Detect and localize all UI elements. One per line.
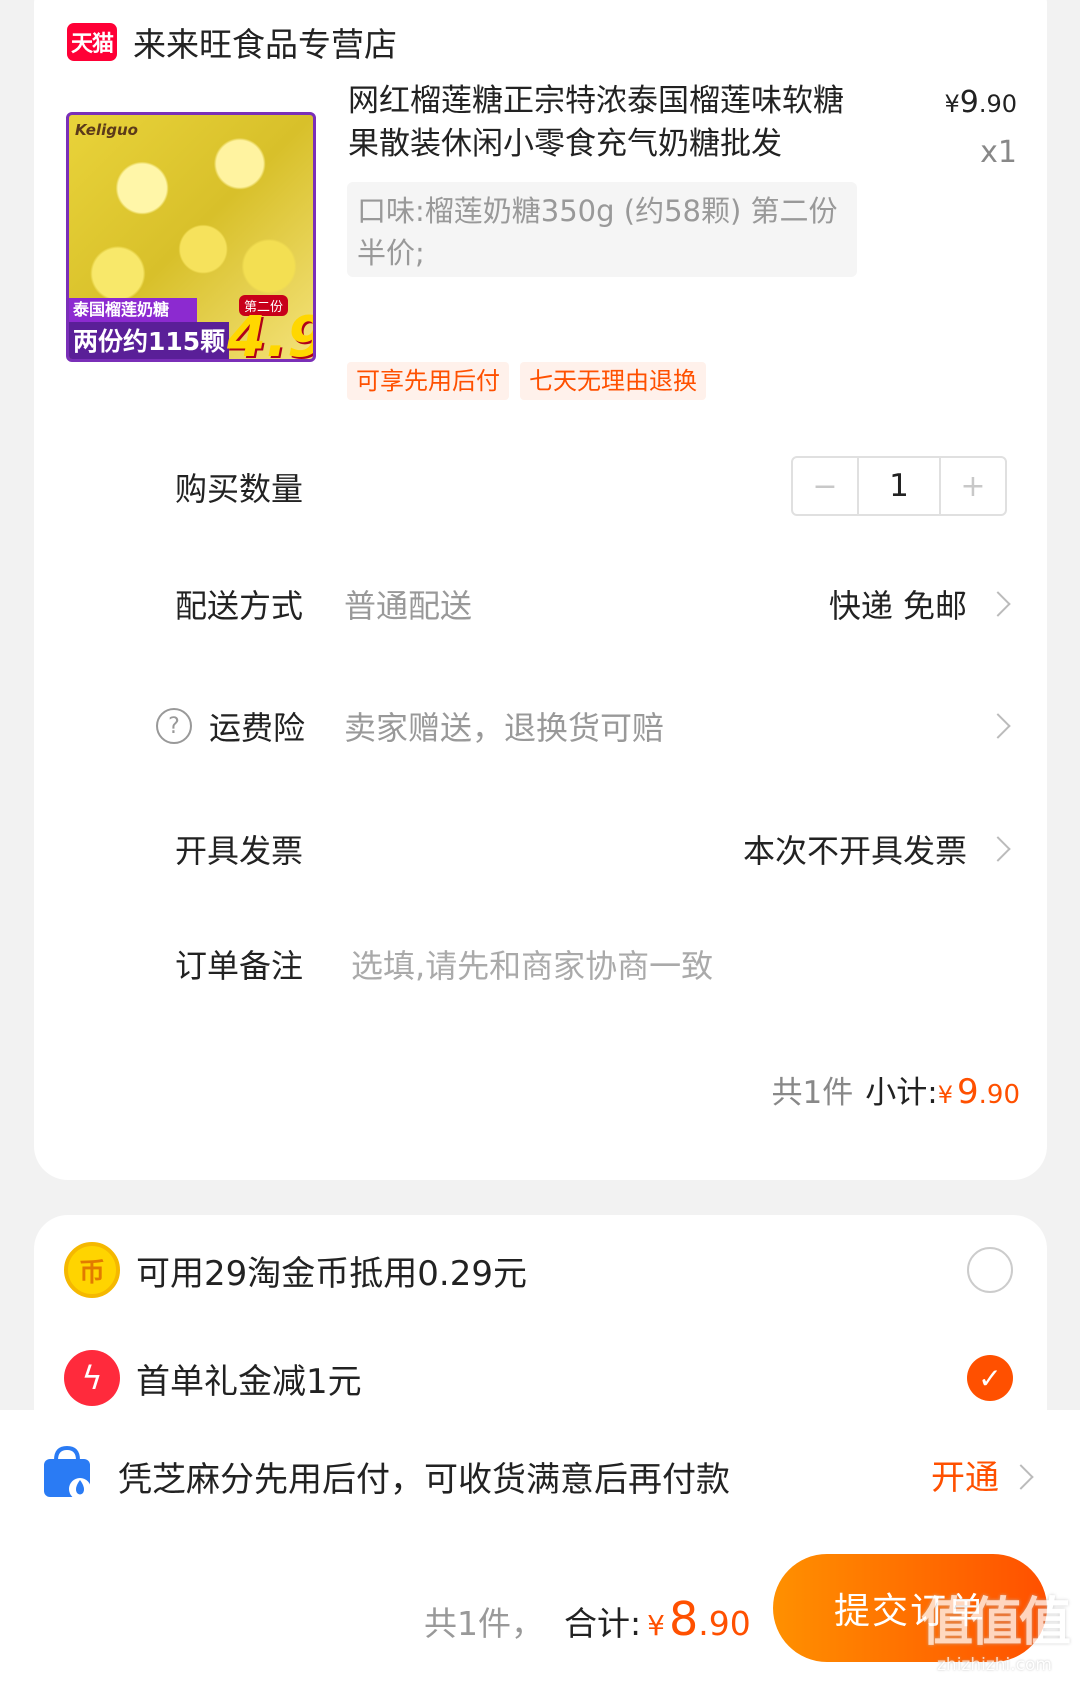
remark-input[interactable]: 选填,请先和商家协商一致 bbox=[351, 941, 713, 987]
insurance-desc: 卖家赠送，退换货可赔 bbox=[344, 709, 665, 747]
shopping-bag-icon bbox=[44, 1445, 91, 1500]
subtotal-label: 小计: bbox=[865, 1075, 938, 1111]
taojinbi-radio[interactable] bbox=[967, 1247, 1013, 1293]
invoice-row[interactable]: 开具发票 本次不开具发票 bbox=[34, 819, 1047, 879]
currency-symbol: ¥ bbox=[944, 90, 960, 118]
quantity-stepper[interactable]: − 1 + bbox=[791, 456, 1007, 516]
price-integer: 9 bbox=[959, 85, 979, 120]
delivery-label: 配送方式 bbox=[175, 587, 304, 625]
quantity-value[interactable]: 1 bbox=[857, 458, 941, 514]
subtotal-count: 共1件 bbox=[771, 1075, 854, 1111]
order-confirm-page: 天猫 来来旺食品专营店 Keliguo 泰国榴莲奶糖 两份约115颗 第二份 4… bbox=[0, 0, 1080, 1689]
chevron-right-icon bbox=[985, 591, 1011, 617]
order-card: 天猫 来来旺食品专营店 Keliguo 泰国榴莲奶糖 两份约115颗 第二份 4… bbox=[34, 0, 1047, 1180]
increase-button[interactable]: + bbox=[941, 458, 1005, 514]
first-order-option[interactable]: ϟ 首单礼金减1元 bbox=[64, 1348, 362, 1408]
taojinbi-option[interactable]: 币 可用29淘金币抵用0.29元 bbox=[64, 1240, 527, 1300]
total-decimal: .90 bbox=[698, 1604, 751, 1643]
watermark-logo: 值值值 bbox=[920, 1593, 1071, 1653]
image-price: 4.9 bbox=[227, 305, 313, 362]
subtotal-decimal: .90 bbox=[978, 1080, 1020, 1110]
pay-later-text: 凭芝麻分先用后付，可收货满意后再付款 bbox=[118, 1460, 730, 1500]
product-spec[interactable]: 口味:榴莲奶糖350g (约58颗) 第二份半价; bbox=[347, 182, 857, 277]
benefits-card: 币 可用29淘金币抵用0.29元 ϟ 首单礼金减1元 ✓ bbox=[34, 1215, 1047, 1435]
service-tags: 可享先用后付 七天无理由退换 bbox=[347, 362, 706, 400]
price-decimal: .90 bbox=[978, 90, 1017, 118]
insurance-label: 运费险 bbox=[209, 709, 306, 747]
total-label: 合计: bbox=[564, 1604, 642, 1643]
total-integer: 8 bbox=[668, 1592, 699, 1646]
lightning-icon: ϟ bbox=[64, 1350, 120, 1406]
shop-header[interactable]: 天猫 来来旺食品专营店 bbox=[67, 18, 397, 66]
image-caption-2: 两份约115颗 bbox=[69, 322, 229, 359]
order-total: 共1件， 合计: ¥ 8 .90 bbox=[424, 1592, 751, 1646]
help-icon[interactable]: ? bbox=[156, 708, 192, 744]
tmall-logo: 天猫 bbox=[67, 23, 117, 61]
chevron-right-icon bbox=[985, 836, 1011, 862]
currency-symbol: ¥ bbox=[647, 1609, 665, 1642]
product-image[interactable]: Keliguo 泰国榴莲奶糖 两份约115颗 第二份 4.9 bbox=[66, 112, 316, 362]
tag-seven-day-return: 七天无理由退换 bbox=[520, 362, 706, 400]
product-quantity: x1 bbox=[980, 135, 1017, 170]
shipping-insurance-row[interactable]: ? 运费险 卖家赠送，退换货可赔 bbox=[34, 696, 1047, 756]
chevron-right-icon bbox=[985, 713, 1011, 739]
watermark: 值值值 zhizhizhi.com bbox=[920, 1580, 1071, 1675]
delivery-method: 普通配送 bbox=[344, 587, 473, 625]
image-brand-text: Keliguo bbox=[75, 121, 138, 139]
subtotal-integer: 9 bbox=[957, 1072, 979, 1112]
submit-bar: 共1件， 合计: ¥ 8 .90 提交订单 值值值 zhizhizhi.com bbox=[0, 1534, 1080, 1689]
subtotal: 共1件 小计: ¥ 9 .90 bbox=[772, 1067, 1020, 1112]
remark-label: 订单备注 bbox=[175, 947, 304, 985]
delivery-value: 快递 免邮 bbox=[828, 587, 967, 625]
tag-pay-later: 可享先用后付 bbox=[347, 362, 509, 400]
currency-symbol: ¥ bbox=[937, 1081, 953, 1109]
coin-icon: 币 bbox=[64, 1242, 120, 1298]
order-remark-row[interactable]: 订单备注 选填,请先和商家协商一致 bbox=[34, 934, 1047, 994]
first-order-text: 首单礼金减1元 bbox=[136, 1361, 362, 1402]
chevron-right-icon bbox=[1008, 1464, 1034, 1490]
product-price: ¥9.90 bbox=[944, 85, 1017, 120]
total-count: 共1件， bbox=[424, 1604, 544, 1643]
pay-later-banner[interactable]: 凭芝麻分先用后付，可收货满意后再付款 开通 bbox=[0, 1410, 1080, 1534]
delivery-row[interactable]: 配送方式 普通配送 快递 免邮 bbox=[34, 574, 1047, 634]
product-title[interactable]: 网红榴莲糖正宗特浓泰国榴莲味软糖果散装休闲小零食充气奶糖批发 bbox=[348, 80, 853, 166]
quantity-label: 购买数量 bbox=[175, 470, 304, 508]
invoice-value: 本次不开具发票 bbox=[742, 832, 967, 870]
invoice-label: 开具发票 bbox=[175, 832, 304, 870]
activate-link[interactable]: 开通 bbox=[931, 1450, 999, 1499]
decrease-button[interactable]: − bbox=[793, 458, 857, 514]
first-order-checkbox[interactable]: ✓ bbox=[967, 1355, 1013, 1401]
shop-name: 来来旺食品专营店 bbox=[133, 25, 397, 64]
image-caption-1: 泰国榴莲奶糖 bbox=[69, 298, 197, 322]
taojinbi-text: 可用29淘金币抵用0.29元 bbox=[136, 1253, 527, 1294]
watermark-url: zhizhizhi.com bbox=[937, 1655, 1052, 1675]
